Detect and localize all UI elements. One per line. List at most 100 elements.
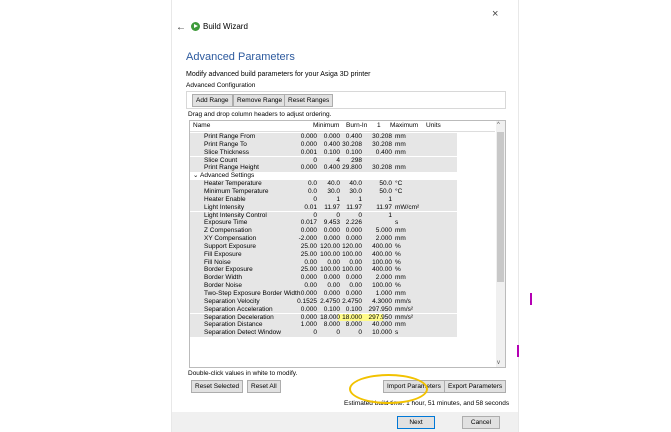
cell-burn-in[interactable]: 0.400 — [324, 164, 340, 172]
cell-layer-1[interactable]: 11.97 — [346, 204, 362, 212]
table-row[interactable]: Border Width 0.000 0.000 0.000 2.000 mm — [190, 274, 495, 283]
cell-burn-in[interactable]: 0 — [336, 212, 340, 220]
cell-minimum[interactable]: 0.0 — [308, 188, 317, 196]
cell-units[interactable]: % — [395, 251, 401, 259]
column-header-maximum[interactable]: Maximum — [390, 122, 418, 129]
cell-layer-1[interactable]: 2.226 — [346, 219, 362, 227]
cell-layer-1[interactable]: 0.100 — [346, 306, 362, 314]
cell-minimum[interactable]: 25.00 — [301, 251, 317, 259]
cell-layer-1[interactable]: 120.00 — [342, 243, 362, 251]
cell-layer-1[interactable]: 0.00 — [349, 259, 362, 267]
cell-minimum[interactable]: 0.000 — [301, 314, 317, 322]
scroll-down-icon[interactable]: v — [497, 360, 500, 366]
cell-units[interactable]: mm — [395, 149, 406, 157]
table-row[interactable]: Separation Acceleration 0.000 0.100 0.100 29… — [190, 305, 495, 314]
cell-maximum[interactable]: 0.400 — [376, 149, 392, 157]
cell-maximum[interactable]: 10.000 — [372, 329, 392, 337]
cell-burn-in[interactable]: 4 — [336, 157, 340, 165]
table-row[interactable]: Exposure Time 0.017 9.453 2.226 s — [190, 219, 495, 228]
back-arrow-icon[interactable]: ← — [176, 22, 186, 33]
cell-units[interactable]: mm — [395, 321, 406, 329]
cell-units[interactable]: % — [395, 243, 401, 251]
scroll-up-icon[interactable]: ^ — [497, 122, 500, 128]
cell-maximum[interactable]: 11.97 — [376, 204, 392, 212]
cell-maximum[interactable]: 40.000 — [372, 321, 392, 329]
table-row[interactable]: Slice Thickness 0.001 0.100 0.100 0.400 mm — [190, 148, 495, 157]
cell-units[interactable]: mm — [395, 164, 406, 172]
cell-burn-in[interactable]: 0.00 — [327, 282, 340, 290]
cell-maximum[interactable]: 30.208 — [372, 133, 392, 141]
table-row[interactable]: XY Compensation -2.000 0.000 0.000 2.000 mm — [190, 235, 495, 243]
table-row[interactable]: Print Range From 0.000 0.000 0.400 30.208 mm — [190, 133, 495, 141]
table-row[interactable]: Support Exposure 25.00 120.00 120.00 400.00% — [190, 242, 495, 251]
cell-burn-in[interactable]: 1 — [336, 196, 340, 204]
cell-burn-in[interactable]: 11.97 — [324, 204, 340, 212]
cell-burn-in[interactable]: 30.0 — [327, 188, 340, 196]
table-row[interactable]: Fill Noise 0.00 0.00 0.00 100.00% — [190, 258, 495, 267]
cell-burn-in[interactable]: 0.100 — [324, 149, 340, 157]
cell-burn-in[interactable]: 8.000 — [324, 321, 340, 329]
section-row[interactable]: ⌄ Advanced Settings — [190, 172, 495, 180]
cell-burn-in[interactable]: 0 — [336, 329, 340, 337]
cell-minimum[interactable]: 0 — [313, 157, 317, 165]
cell-maximum[interactable]: 100.00 — [372, 282, 392, 290]
cell-burn-in[interactable]: 0.000 — [324, 290, 340, 298]
table-row[interactable]: Separation Distance 1.000 8.000 8.000 40.000… — [190, 321, 495, 330]
table-row[interactable]: Separation Deceleration 0.000 18.000 18.000… — [190, 313, 495, 322]
reset-ranges-button[interactable]: Reset Ranges — [284, 94, 334, 107]
cell-minimum[interactable]: 0.01 — [304, 204, 317, 212]
cell-maximum[interactable]: 5.000 — [376, 227, 392, 235]
cell-minimum[interactable]: 0.001 — [301, 149, 317, 157]
reset-all-button[interactable]: Reset All — [247, 380, 281, 393]
table-scrollbar[interactable]: ^ v — [496, 121, 505, 367]
cell-units[interactable]: mW/cm² — [395, 204, 419, 212]
table-row[interactable]: Fill Exposure 25.00 100.00 100.00 400.00% — [190, 250, 495, 259]
table-row[interactable]: Heater Enable 0 1 1 1 — [190, 195, 495, 204]
column-header-minimum[interactable]: Minimum — [313, 122, 339, 129]
cell-layer-1[interactable]: 0.000 — [346, 235, 362, 243]
table-row[interactable]: Heater Temperature 0.0 40.0 40.0 50.0 °C — [190, 180, 495, 188]
cancel-button[interactable]: Cancel — [462, 416, 500, 429]
column-header-layer-1[interactable]: 1 — [377, 122, 381, 129]
cell-maximum[interactable]: 100.00 — [372, 259, 392, 267]
cell-units[interactable]: °C — [395, 188, 402, 196]
column-header-units[interactable]: Units — [426, 122, 441, 129]
table-row[interactable]: Print Range To 0.000 0.400 30.208 30.208 mm — [190, 140, 495, 149]
cell-minimum[interactable]: 0 — [313, 329, 317, 337]
cell-units[interactable]: % — [395, 259, 401, 267]
table-row[interactable]: Minimum Temperature 0.0 30.0 30.0 50.0 °C — [190, 187, 495, 196]
cell-maximum[interactable]: 50.0 — [379, 188, 392, 196]
cell-maximum[interactable]: 2.000 — [376, 235, 392, 243]
cell-minimum[interactable]: 0.00 — [304, 282, 317, 290]
cell-minimum[interactable]: 0.000 — [301, 141, 317, 149]
table-row[interactable]: Separation Detect Window 0 0 0 10.000 s — [190, 329, 495, 338]
cell-burn-in[interactable]: 100.00 — [320, 251, 340, 259]
cell-burn-in[interactable]: 0.000 — [324, 274, 340, 282]
cell-layer-1[interactable]: 0 — [358, 212, 362, 220]
cell-minimum[interactable]: -2.000 — [299, 235, 317, 243]
cell-burn-in[interactable]: 0.100 — [324, 306, 340, 314]
cell-minimum[interactable]: 0.00 — [304, 259, 317, 267]
cell-maximum[interactable]: 2.000 — [376, 274, 392, 282]
cell-minimum[interactable]: 0.000 — [301, 227, 317, 235]
cell-layer-1[interactable]: 30.208 — [342, 141, 362, 149]
cell-layer-1[interactable]: 100.00 — [342, 251, 362, 259]
cell-layer-1[interactable]: 0.00 — [349, 282, 362, 290]
cell-burn-in[interactable]: 120.00 — [320, 243, 340, 251]
cell-layer-1[interactable]: 30.0 — [349, 188, 362, 196]
cell-minimum[interactable]: 0.000 — [301, 274, 317, 282]
next-button[interactable]: Next — [397, 416, 435, 429]
cell-burn-in[interactable]: 0.000 — [324, 133, 340, 141]
cell-burn-in[interactable]: 0.000 — [324, 227, 340, 235]
column-header-burn-in[interactable]: Burn-In — [346, 122, 367, 129]
cell-minimum[interactable]: 1.000 — [301, 321, 317, 329]
reset-selected-button[interactable]: Reset Selected — [191, 380, 244, 393]
cell-burn-in[interactable]: 2.4750 — [320, 298, 340, 306]
cell-minimum[interactable]: 0.017 — [301, 219, 317, 227]
cell-layer-1[interactable]: 29.800 — [342, 164, 362, 172]
cell-layer-1[interactable]: 0.400 — [346, 133, 362, 141]
table-row[interactable]: Z Compensation 0.000 0.000 0.000 5.000 mm — [190, 227, 495, 235]
cell-burn-in[interactable]: 18.000 — [320, 314, 340, 322]
cell-units[interactable]: mm/s² — [395, 306, 413, 314]
table-row[interactable]: Print Range Height 0.000 0.400 29.800 30.208… — [190, 164, 495, 173]
